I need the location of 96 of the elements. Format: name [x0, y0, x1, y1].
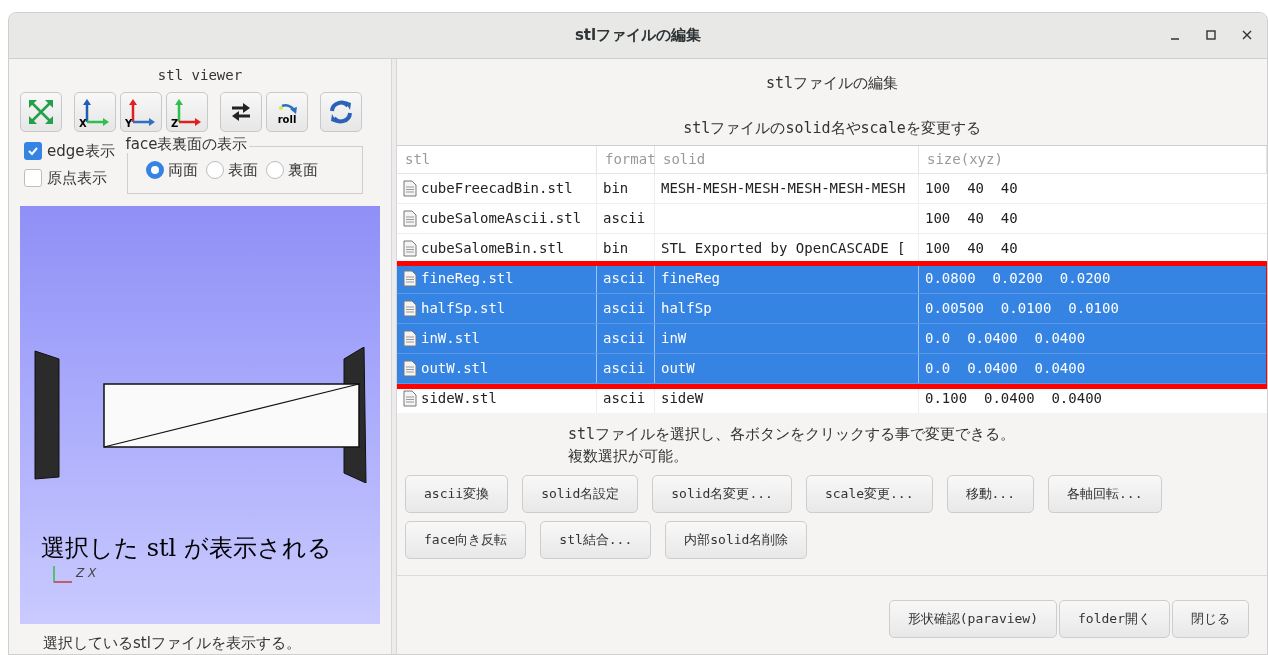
axes-icon: [52, 564, 74, 584]
table-cell-text: 100 40 40: [925, 179, 1018, 198]
table-cell-text: 0.0 0.0400 0.0400: [925, 329, 1086, 348]
table-cell-text: outW.stl: [421, 359, 489, 378]
file-icon: [403, 390, 417, 407]
footer-button[interactable]: 閉じる: [1172, 600, 1249, 638]
annotation-text: 選択した stl が表示される: [41, 534, 332, 562]
radio-button[interactable]: [205, 161, 224, 180]
table-cell-text: inW: [661, 329, 687, 348]
axis-letter: Z: [171, 118, 179, 129]
axis-arrows-icon: [80, 98, 110, 126]
table-cell-text: outW: [661, 359, 695, 378]
action-button[interactable]: 内部solid名削除: [665, 521, 808, 559]
axis-view-button[interactable]: Y: [120, 92, 162, 132]
window-title: stlファイルの編集: [574, 25, 702, 47]
file-icon: [403, 300, 417, 317]
action-button[interactable]: face向き反転: [405, 521, 527, 559]
table-cell-text: ascii: [603, 299, 646, 318]
action-button[interactable]: ascii変換: [405, 475, 509, 513]
file-icon: [403, 210, 417, 227]
table-cell-text: sideW: [661, 389, 704, 408]
3d-viewport[interactable]: 選択した stl が表示される Z X: [20, 206, 380, 624]
file-icon: [403, 180, 417, 197]
swap-arrows-icon: [230, 102, 252, 122]
table-cell-text: cubeSalomeAscii.stl: [421, 209, 582, 228]
table-cell-text: 100 40 40: [925, 239, 1018, 258]
checkbox[interactable]: [24, 142, 42, 161]
axis-letter: Y: [125, 118, 133, 129]
table-cell-text: 0.00500 0.0100 0.0100: [925, 299, 1119, 318]
caption-text: 選択しているstlファイルを表示する。: [43, 632, 301, 654]
swap-button[interactable]: [220, 92, 262, 132]
table-cell-text: bin: [603, 179, 629, 198]
table-cell-text: bin: [603, 239, 629, 258]
roll-button[interactable]: roll: [266, 92, 308, 132]
checkbox[interactable]: [24, 168, 42, 187]
radio-label: 表面: [227, 160, 258, 181]
table-cell-text: fineReg: [661, 269, 720, 288]
table-cell-text: STL Exported by OpenCASCADE [: [661, 239, 906, 258]
table-cell-text: ascii: [603, 359, 646, 378]
table-cell-text: fineReg.stl: [421, 269, 514, 288]
footer-button[interactable]: folder開く: [1059, 600, 1170, 638]
footer-button[interactable]: 形状確認(paraview): [888, 600, 1058, 638]
check-icon: [27, 145, 39, 158]
table-cell-text: 0.0 0.0400 0.0400: [925, 359, 1086, 378]
axis-letter: X: [79, 118, 87, 129]
panel-subtitle: stlファイルのsolid名やscaleを変更する: [682, 117, 982, 139]
file-icon: [403, 270, 417, 287]
table-cell-text: MESH-MESH-MESH-MESH-MESH-MESH: [661, 179, 906, 198]
table-cell-text: 100 40 40: [925, 209, 1018, 228]
instruction-text: stlファイルを選択し、各ボタンをクリックする事で変更できる。: [568, 424, 1017, 445]
table-cell-text: sideW.stl: [421, 389, 497, 408]
table-cell-text: inW.stl: [421, 329, 480, 348]
action-button[interactable]: scale変更...: [805, 475, 933, 513]
file-icon: [403, 360, 417, 377]
table-row[interactable]: inW.stl ascii inW 0.0 0.0400 0.0400: [397, 324, 1267, 354]
panel-title: stlファイルの編集: [764, 73, 900, 94]
axis-arrows-icon: [126, 98, 156, 126]
table-row[interactable]: cubeSalomeAscii.stl ascii 100 40 40: [397, 204, 1267, 234]
file-icon: [403, 240, 417, 257]
table-cell-text: halfSp.stl: [421, 299, 506, 318]
action-button[interactable]: 各軸回転...: [1048, 475, 1162, 513]
file-icon: [403, 330, 417, 347]
action-button[interactable]: stl結合...: [540, 521, 652, 559]
table-cell-text: ascii: [603, 329, 646, 348]
axis-arrows-icon: [172, 98, 202, 126]
checkbox-label: edge表示: [47, 141, 115, 162]
refresh-icon: [328, 99, 354, 125]
instruction-text: 複数選択が可能。: [568, 446, 689, 467]
radio-button[interactable]: [145, 161, 164, 180]
table-cell-text: 0.0800 0.0200 0.0200: [925, 269, 1111, 288]
axis-labels: Z X: [76, 566, 97, 580]
fit-view-button[interactable]: [20, 92, 62, 132]
radio-button[interactable]: [265, 161, 284, 180]
table-cell-text: ascii: [603, 389, 646, 408]
table-cell-text: cubeFreecadBin.stl: [421, 179, 573, 198]
action-button[interactable]: solid名変更...: [652, 475, 792, 513]
table-row[interactable]: outW.stl ascii outW 0.0 0.0400 0.0400: [397, 354, 1267, 384]
radio-label: 裏面: [287, 160, 318, 181]
axis-view-button[interactable]: X: [74, 92, 116, 132]
refresh-button[interactable]: [320, 92, 362, 132]
panel-title: stl viewer: [157, 66, 243, 85]
table-row[interactable]: cubeFreecadBin.stl bin MESH-MESH-MESH-MESH-MESH-MESH 100 40 40: [397, 174, 1267, 204]
table-row[interactable]: halfSp.stl ascii halfSp 0.00500 0.0100 0.0100: [397, 294, 1267, 324]
table-cell-text: ascii: [603, 209, 646, 228]
radio-label: 両面: [167, 160, 198, 181]
axis-view-button[interactable]: Z: [166, 92, 208, 132]
expand-arrows-icon: [27, 98, 55, 126]
table-cell-text: cubeSalomeBin.stl: [421, 239, 565, 258]
group-title: face表裏面の表示: [125, 135, 250, 153]
table-cell-text: halfSp: [661, 299, 712, 318]
action-button[interactable]: 移動...: [946, 475, 1034, 513]
table-cell-text: ascii: [603, 269, 646, 288]
table-row[interactable]: fineReg.stl ascii fineReg 0.0800 0.0200 0.0200: [397, 264, 1267, 294]
table-cell-text: 0.100 0.0400 0.0400: [925, 389, 1102, 408]
checkbox-label: 原点表示: [47, 167, 107, 189]
action-button[interactable]: solid名設定: [522, 475, 639, 513]
